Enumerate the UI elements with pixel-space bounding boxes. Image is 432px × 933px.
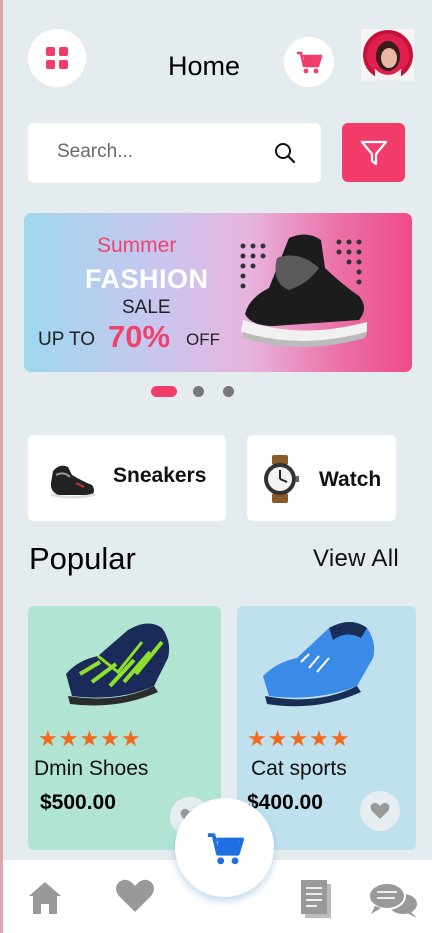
banner-sale: SALE (122, 297, 171, 318)
banner-fashion: FASHION (85, 264, 209, 294)
grid-menu-icon (46, 47, 68, 69)
cart-icon (207, 832, 244, 864)
chat-icon[interactable] (367, 880, 419, 918)
user-avatar-icon (361, 29, 414, 81)
search-icon[interactable] (273, 141, 297, 165)
category-label: Watch (319, 468, 382, 491)
banner-shoe-image (240, 234, 367, 347)
product-shoe-image (66, 623, 170, 706)
heart-icon[interactable] (115, 878, 155, 914)
pager-dot-active[interactable] (151, 386, 177, 397)
product-price: $500.00 (40, 791, 116, 814)
category-sneakers[interactable]: Sneakers (28, 435, 226, 521)
page-title: Home (168, 51, 241, 81)
watch-icon (264, 455, 299, 503)
product-name: Cat sports (251, 757, 347, 780)
cart-fab-button[interactable] (175, 798, 274, 897)
category-label: Sneakers (113, 464, 207, 487)
product-card[interactable]: ★★★★★ Cat sports $400.00 (237, 606, 416, 850)
cart-icon (297, 51, 323, 74)
menu-button[interactable] (28, 29, 86, 87)
banner-up-to: UP TO (38, 329, 96, 350)
pager-dot[interactable] (193, 386, 204, 397)
filter-button[interactable] (342, 123, 405, 182)
filter-icon (360, 140, 387, 165)
banner-off: OFF (186, 330, 220, 349)
search-input[interactable]: Search... (57, 141, 133, 163)
pager-dot[interactable] (223, 386, 234, 397)
banner-summer: Summer (97, 234, 177, 257)
view-all-link[interactable]: View All (313, 545, 399, 573)
category-watch[interactable]: Watch (247, 435, 396, 521)
promo-banner[interactable]: Summer FASHION SALE UP TO 70% OFF (24, 213, 412, 372)
product-name: Dmin Shoes (34, 757, 149, 780)
avatar[interactable] (361, 29, 414, 81)
section-heading: Popular (29, 541, 136, 576)
left-edge-line (0, 0, 3, 933)
document-icon[interactable] (299, 878, 333, 920)
home-icon[interactable] (25, 878, 65, 916)
favorite-button[interactable] (360, 791, 400, 831)
cart-button[interactable] (284, 37, 334, 87)
product-shoe-image (263, 622, 375, 707)
rating-stars: ★★★★★ (38, 726, 142, 751)
sneaker-icon (50, 465, 95, 499)
rating-stars: ★★★★★ (247, 726, 351, 751)
banner-percent: 70% (108, 319, 171, 354)
heart-icon (370, 802, 390, 819)
search-bar[interactable]: Search... (28, 123, 321, 183)
